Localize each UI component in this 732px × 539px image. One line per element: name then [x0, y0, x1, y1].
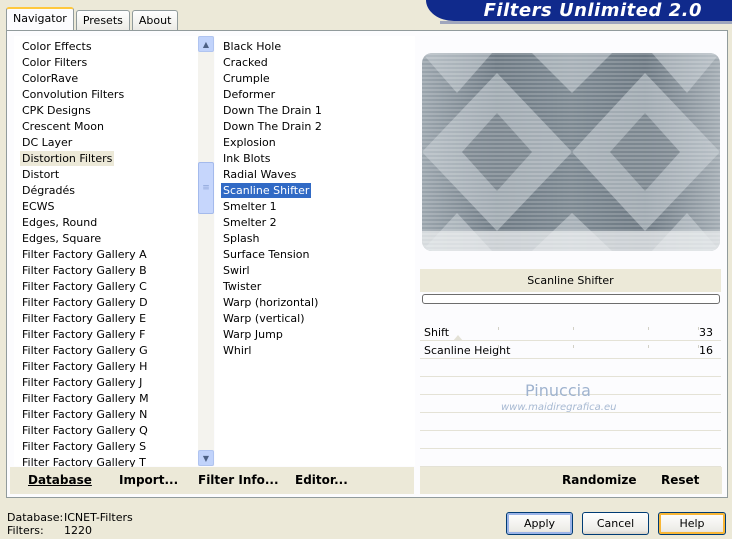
filter-item[interactable]: Swirl	[221, 263, 252, 278]
reset-button[interactable]: Reset	[661, 467, 699, 494]
right-toolbar: Randomize Reset	[420, 467, 722, 494]
category-item[interactable]: Distortion Filters	[20, 151, 115, 166]
database-button[interactable]: Database	[28, 467, 92, 494]
filter-item[interactable]: Splash	[221, 231, 261, 246]
category-item[interactable]: DC Layer	[20, 135, 74, 150]
title-banner: Filters Unlimited 2.0	[426, 0, 732, 21]
slider-pointer-icon[interactable]	[453, 335, 463, 341]
category-item[interactable]: ColorRave	[20, 71, 80, 86]
param-value: 16	[699, 344, 713, 357]
filter-item[interactable]: Smelter 2	[221, 215, 279, 230]
chevron-up-icon[interactable]: ▲	[198, 36, 214, 52]
scroll-thumb[interactable]: ≡	[198, 162, 214, 214]
category-item[interactable]: Filter Factory Gallery A	[20, 247, 149, 262]
effect-preview	[422, 53, 720, 251]
filter-item[interactable]: Warp (vertical)	[221, 311, 307, 326]
filter-item[interactable]: Radial Waves	[221, 167, 298, 182]
category-item[interactable]: Filter Factory Gallery N	[20, 407, 149, 422]
watermark-name: Pinuccia	[525, 381, 591, 400]
filter-item[interactable]: Scanline Shifter	[221, 183, 312, 198]
filter-item[interactable]: Down The Drain 1	[221, 103, 324, 118]
effect-name: Scanline Shifter	[420, 269, 721, 292]
editor-label: Editor...	[295, 473, 348, 487]
editor-button[interactable]: Editor...	[295, 467, 348, 494]
category-item[interactable]: Filter Factory Gallery Q	[20, 423, 150, 438]
database-info-label: Database:	[7, 511, 64, 524]
category-item[interactable]: Filter Factory Gallery B	[20, 263, 149, 278]
tab-presets[interactable]: Presets	[75, 10, 130, 30]
category-scrollbar[interactable]: ▲ ≡ ▼	[198, 36, 214, 466]
param-row-empty	[420, 415, 721, 431]
category-item[interactable]: ECWS	[20, 199, 57, 214]
filter-item[interactable]: Crumple	[221, 71, 272, 86]
database-info-value: ICNET-Filters	[64, 511, 133, 524]
param-row-shift[interactable]: Shift 33	[420, 325, 721, 341]
tab-navigator[interactable]: Navigator	[6, 7, 74, 30]
filter-list[interactable]: Black Hole Cracked Crumple Deformer Down The…	[215, 36, 415, 466]
param-row-empty	[420, 433, 721, 449]
filter-item[interactable]: Smelter 1	[221, 199, 279, 214]
slider-track[interactable]	[498, 325, 699, 341]
filters-count-label: Filters:	[7, 524, 44, 537]
filter-item[interactable]: Twister	[221, 279, 263, 294]
category-item[interactable]: Crescent Moon	[20, 119, 106, 134]
banner-stripe	[440, 21, 732, 24]
import-button[interactable]: Import...	[119, 467, 178, 494]
tab-about[interactable]: About	[131, 10, 179, 30]
database-label: Database	[28, 473, 92, 487]
category-list[interactable]: Color Effects Color Filters ColorRave Convo…	[14, 36, 214, 469]
filters-count-value: 1220	[64, 524, 92, 537]
category-item[interactable]: Distort	[20, 167, 61, 182]
category-item[interactable]: CPK Designs	[20, 103, 93, 118]
progress-bar	[422, 294, 720, 304]
category-item[interactable]: Filter Factory Gallery S	[20, 439, 148, 454]
apply-button[interactable]: Apply	[506, 512, 573, 535]
filter-item[interactable]: Black Hole	[221, 39, 283, 54]
import-label: Import...	[119, 473, 179, 487]
category-item[interactable]: Edges, Round	[20, 215, 99, 230]
filter-item[interactable]: Cracked	[221, 55, 270, 70]
filter-item[interactable]: Down The Drain 2	[221, 119, 324, 134]
randomize-button[interactable]: Randomize	[562, 467, 636, 494]
category-item[interactable]: Filter Factory Gallery C	[20, 279, 149, 294]
chevron-down-icon[interactable]: ▼	[198, 450, 214, 466]
category-item[interactable]: Filter Factory Gallery G	[20, 343, 150, 358]
left-toolbar: Database Import... Filter Info... Editor…	[10, 467, 414, 494]
navigator-panel: Color Effects Color Filters ColorRave Convo…	[6, 30, 728, 498]
param-value: 33	[699, 326, 713, 339]
watermark-url: www.maidiregrafica.eu	[501, 402, 617, 413]
category-item[interactable]: Filter Factory Gallery H	[20, 359, 149, 374]
filter-info-button[interactable]: Filter Info...	[198, 467, 279, 494]
database-info: Database:ICNET-Filters Filters: 1220	[7, 511, 133, 537]
category-item[interactable]: Color Effects	[20, 39, 94, 54]
category-item[interactable]: Convolution Filters	[20, 87, 126, 102]
help-button[interactable]: Help	[658, 512, 726, 535]
filter-item[interactable]: Deformer	[221, 87, 277, 102]
param-row-empty	[420, 361, 721, 377]
category-item[interactable]: Edges, Square	[20, 231, 103, 246]
param-row-empty	[420, 451, 721, 467]
filter-item[interactable]: Whirl	[221, 343, 253, 358]
tab-strip: Navigator Presets About	[6, 7, 180, 30]
category-item[interactable]: Filter Factory Gallery J	[20, 375, 144, 390]
slider-track[interactable]	[498, 343, 699, 359]
category-item[interactable]: Filter Factory Gallery D	[20, 295, 150, 310]
filter-info-label: Filter Info...	[198, 473, 279, 487]
filter-item[interactable]: Ink Blots	[221, 151, 272, 166]
filter-item[interactable]: Explosion	[221, 135, 278, 150]
category-item[interactable]: Filter Factory Gallery E	[20, 311, 148, 326]
filter-item[interactable]: Surface Tension	[221, 247, 311, 262]
filter-item[interactable]: Warp (horizontal)	[221, 295, 320, 310]
app-title: Filters Unlimited 2.0	[483, 0, 702, 21]
category-item[interactable]: Dégradés	[20, 183, 77, 198]
param-label: Shift	[424, 326, 450, 339]
cancel-button[interactable]: Cancel	[582, 512, 649, 535]
param-row-scanline-height[interactable]: Scanline Height 16	[420, 343, 721, 359]
filter-item[interactable]: Warp Jump	[221, 327, 285, 342]
category-item[interactable]: Filter Factory Gallery M	[20, 391, 151, 406]
category-item[interactable]: Color Filters	[20, 55, 89, 70]
preview-image	[422, 53, 720, 251]
category-item[interactable]: Filter Factory Gallery F	[20, 327, 147, 342]
